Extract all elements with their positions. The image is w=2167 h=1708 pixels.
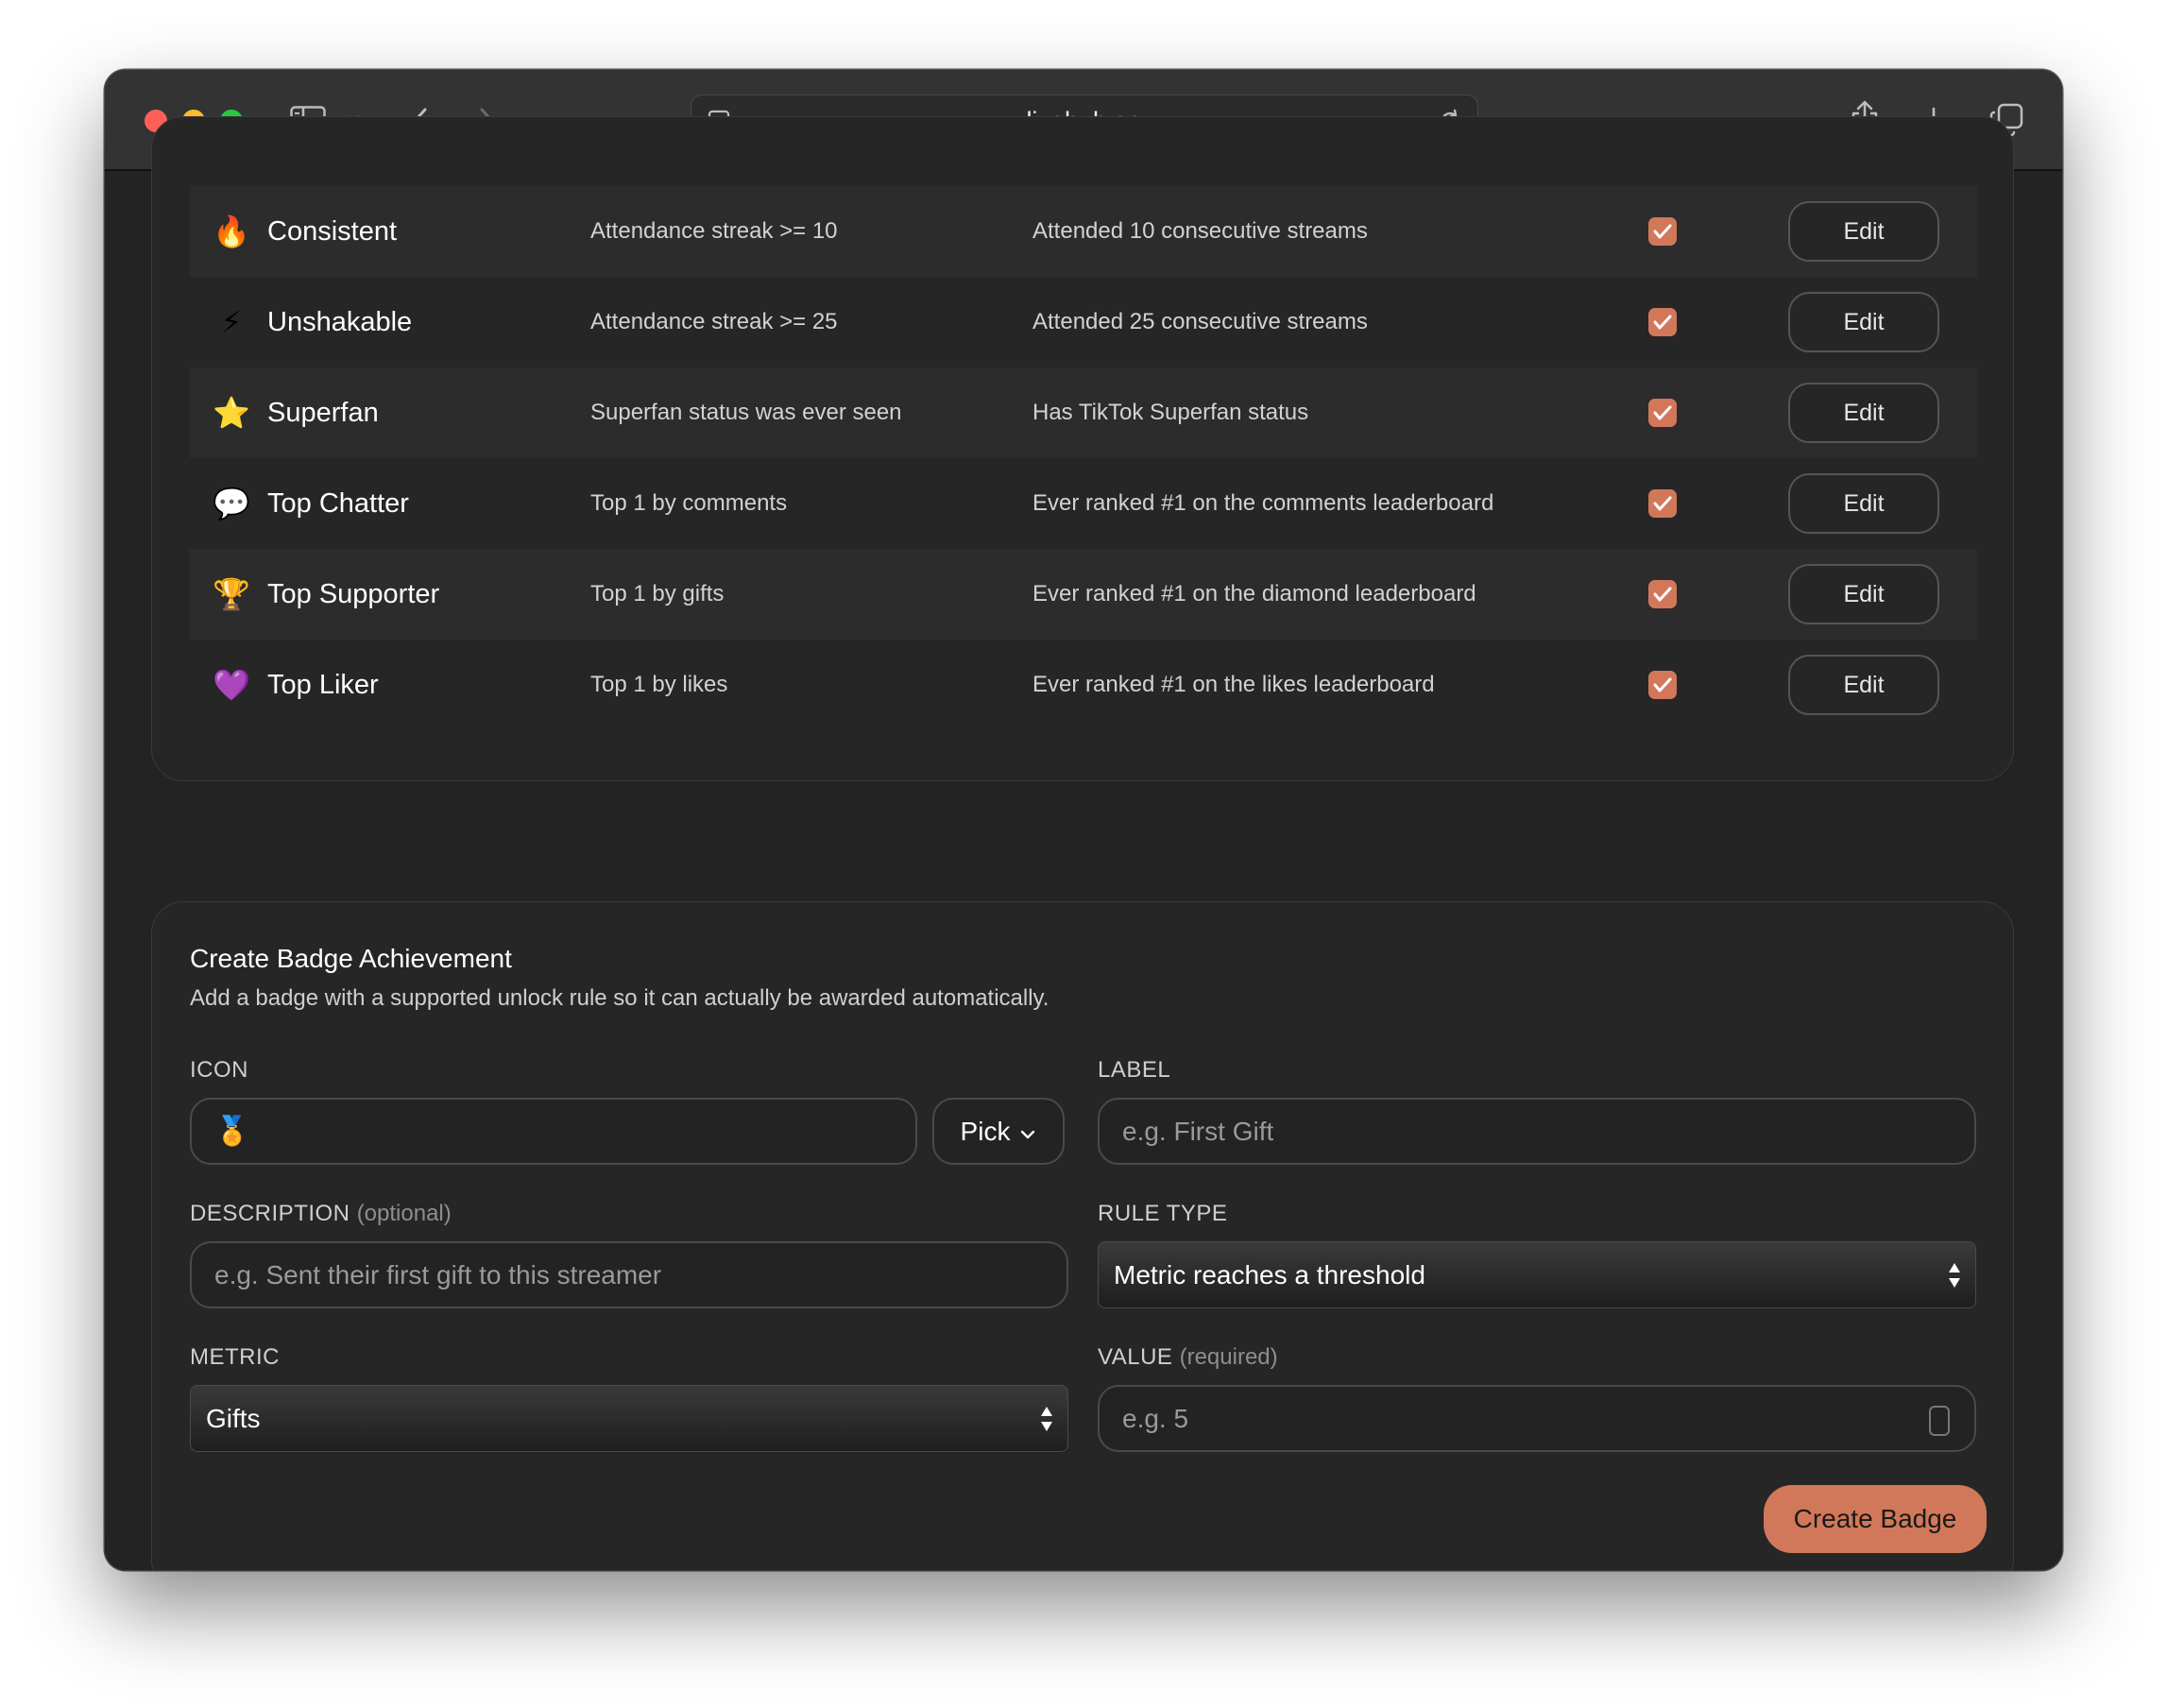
chevron-down-icon (1019, 1117, 1036, 1147)
pick-icon-button[interactable]: Pick (932, 1098, 1065, 1165)
badge-emoji-icon: ⚡ (220, 305, 243, 339)
enabled-checkbox[interactable] (1648, 580, 1677, 608)
badge-emoji-icon: 💬 (213, 487, 250, 521)
badge-description: Ever ranked #1 on the comments leaderboa… (1032, 490, 1494, 516)
badge-emoji-icon: 💜 (213, 668, 250, 702)
rule-type-field-label: RULE TYPE (1098, 1201, 1228, 1226)
edit-button[interactable]: Edit (1788, 201, 1939, 262)
badge-description: Ever ranked #1 on the diamond leaderboar… (1032, 581, 1476, 606)
badge-row: 💬 Top Chatter Top 1 by comments Ever ranked… (190, 458, 1977, 549)
value-field-label: VALUE (required) (1098, 1344, 1278, 1371)
metric-value: Gifts (206, 1403, 261, 1433)
value-input[interactable]: e.g. 5 (1098, 1385, 1976, 1452)
rule-type-select[interactable]: Metric reaches a threshold (1098, 1241, 1976, 1308)
edit-button[interactable]: Edit (1788, 473, 1939, 534)
checkmark-icon (1653, 315, 1672, 330)
badge-row: 🔥 Consistent Attendance streak >= 10 Attend… (190, 186, 1977, 277)
badge-name: Unshakable (267, 306, 413, 337)
checkmark-icon (1653, 496, 1672, 511)
browser-window: livehub.gg 🔥ConsistentAttendance streak … (105, 70, 2062, 1570)
badge-emoji-icon: 🔥 (213, 214, 250, 248)
create-badge-card: Create Badge Achievement Add a badge wit… (151, 901, 2014, 1570)
enabled-checkbox[interactable] (1648, 399, 1677, 427)
badge-name: Top Chatter (267, 487, 409, 519)
checkmark-icon (1653, 405, 1672, 420)
value-label-text: VALUE (1098, 1344, 1173, 1370)
enabled-checkbox[interactable] (1648, 308, 1677, 336)
badge-rule: Attendance streak >= 25 (590, 309, 838, 334)
required-hint: (required) (1179, 1344, 1278, 1370)
badge-row: ⭐ Superfan Superfan status was ever seen Ha… (190, 367, 1977, 458)
checkmark-icon (1653, 224, 1672, 239)
badge-name: Top Liker (267, 669, 379, 700)
badge-rule: Attendance streak >= 10 (590, 218, 838, 244)
badge-rule: Top 1 by likes (590, 672, 728, 697)
label-field-label: LABEL (1098, 1057, 1171, 1083)
badge-description: Has TikTok Superfan status (1032, 400, 1309, 425)
icon-field[interactable]: 🏅 (190, 1098, 917, 1165)
optional-hint: (optional) (356, 1201, 452, 1226)
medal-icon: 🏅 (214, 1116, 250, 1147)
badge-name: Top Supporter (267, 578, 440, 609)
edit-button[interactable]: Edit (1788, 655, 1939, 715)
edit-button[interactable]: Edit (1788, 383, 1939, 443)
enabled-checkbox[interactable] (1648, 217, 1677, 246)
page-content: 🔥 Consistent Attendance streak >= 10 Attend… (105, 116, 2062, 1570)
badge-emoji-icon: ⭐ (213, 396, 250, 430)
edit-button[interactable]: Edit (1788, 292, 1939, 352)
label-input[interactable]: e.g. First Gift (1098, 1098, 1976, 1165)
description-label-text: DESCRIPTION (190, 1201, 350, 1226)
select-arrows-icon (1949, 1263, 1960, 1288)
checkmark-icon (1653, 587, 1672, 602)
enabled-checkbox[interactable] (1648, 489, 1677, 518)
form-subtitle: Add a badge with a supported unlock rule… (190, 985, 1049, 1011)
create-badge-button[interactable]: Create Badge (1764, 1485, 1987, 1553)
value-placeholder: e.g. 5 (1122, 1403, 1189, 1433)
badge-row: 💜 Top Liker Top 1 by likes Ever ranked #1 o… (190, 640, 1977, 730)
badge-rule: Top 1 by gifts (590, 581, 725, 606)
number-stepper-icon[interactable] (1929, 1406, 1950, 1436)
badge-rule: Top 1 by comments (590, 490, 788, 516)
pick-button-label: Pick (960, 1116, 1011, 1146)
description-input[interactable]: e.g. Sent their first gift to this strea… (190, 1241, 1068, 1308)
form-title: Create Badge Achievement (190, 944, 512, 973)
badge-rule: Superfan status was ever seen (590, 400, 902, 425)
enabled-checkbox[interactable] (1648, 671, 1677, 699)
checkmark-icon (1653, 677, 1672, 692)
metric-select[interactable]: Gifts (190, 1385, 1068, 1452)
badges-table-card: 🔥 Consistent Attendance streak >= 10 Attend… (151, 116, 2014, 781)
badge-row: 🏆 Top Supporter Top 1 by gifts Ever ranked … (190, 549, 1977, 640)
badge-description: Attended 25 consecutive streams (1032, 309, 1368, 334)
badge-row: ⚡ Unshakable Attendance streak >= 25 Attend… (190, 277, 1977, 367)
metric-field-label: METRIC (190, 1344, 280, 1370)
icon-field-label: ICON (190, 1057, 248, 1083)
description-field-label: DESCRIPTION (optional) (190, 1201, 452, 1227)
select-arrows-icon (1041, 1407, 1052, 1431)
badge-description: Attended 10 consecutive streams (1032, 218, 1368, 244)
edit-button[interactable]: Edit (1788, 564, 1939, 624)
badge-name: Superfan (267, 397, 379, 428)
badge-emoji-icon: 🏆 (213, 577, 250, 611)
badge-name: Consistent (267, 215, 398, 247)
badge-description: Ever ranked #1 on the likes leaderboard (1032, 672, 1435, 697)
rule-type-value: Metric reaches a threshold (1114, 1259, 1425, 1290)
